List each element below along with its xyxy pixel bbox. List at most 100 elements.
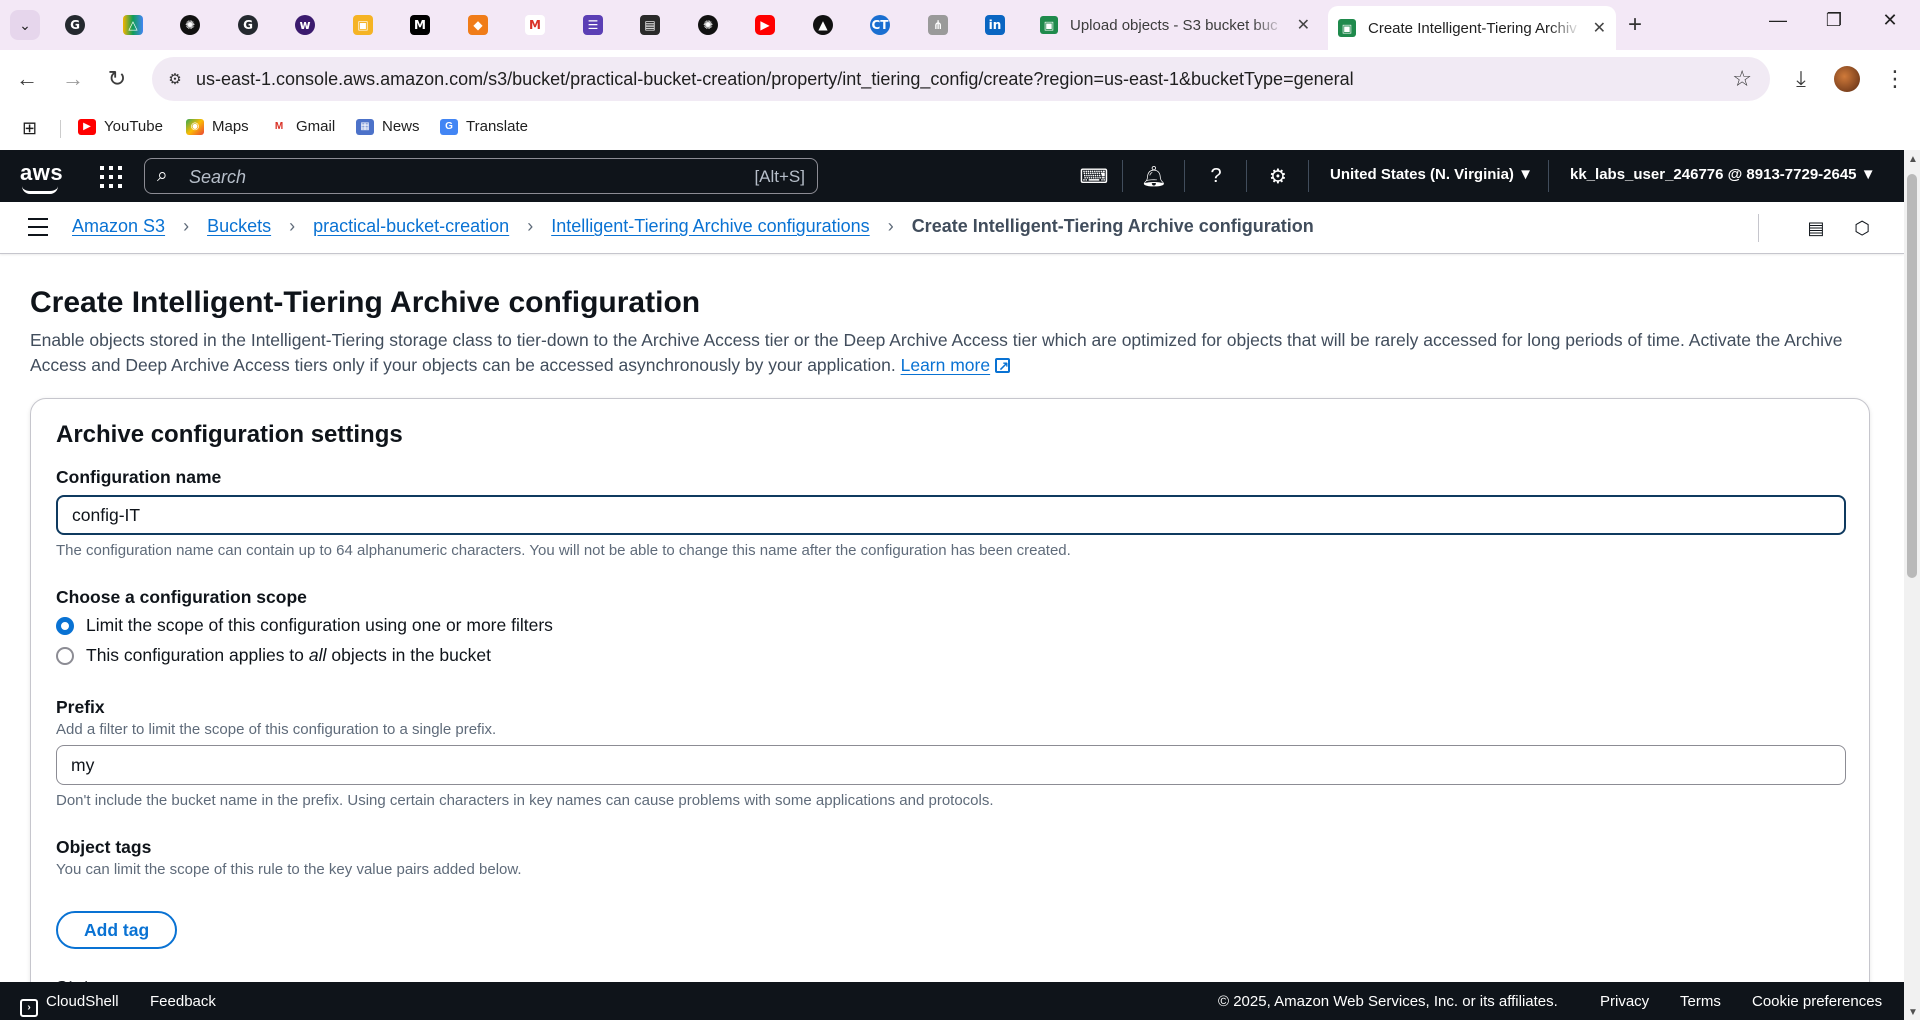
forward-arrow-icon[interactable]: → <box>58 64 88 94</box>
tool-divider <box>1758 214 1759 242</box>
back-arrow-icon[interactable]: ← <box>12 64 42 94</box>
scope-option-all[interactable]: This configuration applies to all object… <box>56 645 491 666</box>
cloudshell-icon[interactable]: ⌨ <box>1080 162 1109 190</box>
tab-title: Upload objects - S3 bucket buc <box>1070 16 1278 34</box>
google-drive-icon[interactable]: △ <box>120 12 146 38</box>
openai-icon[interactable]: ✺ <box>177 12 203 38</box>
breadcrumb-buckets[interactable]: Buckets <box>207 216 271 237</box>
image-icon[interactable]: ▤ <box>637 12 663 38</box>
bookmark-gmail[interactable]: M Gmail <box>270 118 335 135</box>
profile-avatar[interactable] <box>1834 66 1860 92</box>
scroll-down-icon[interactable]: ▼ <box>1908 1007 1918 1018</box>
new-tab-plus-icon[interactable]: + <box>1628 12 1642 38</box>
scope-option-filters[interactable]: Limit the scope of this configuration us… <box>56 615 553 636</box>
close-tab-icon[interactable]: ✕ <box>1297 15 1310 35</box>
breadcrumb-bucket[interactable]: practical-bucket-creation <box>313 216 509 237</box>
aws-footer: › CloudShell Feedback © 2025, Amazon Web … <box>0 982 1904 1020</box>
nav-divider <box>1548 160 1549 192</box>
nav-divider <box>1122 160 1123 192</box>
tree-icon[interactable]: ⋔ <box>925 12 951 38</box>
aws-logo[interactable]: aws <box>20 160 63 194</box>
terms-link[interactable]: Terms <box>1680 993 1721 1010</box>
archive-config-settings-panel: Archive configuration settings Configura… <box>30 398 1870 1020</box>
prefix-label: Prefix <box>56 697 105 717</box>
download-icon[interactable]: ⤓ <box>1786 64 1816 94</box>
s3-favicon-icon: ▣ <box>1040 16 1058 34</box>
external-link-icon[interactable] <box>995 354 1011 379</box>
nav-divider <box>1308 160 1309 192</box>
bookmark-divider <box>60 120 61 138</box>
breadcrumb-it-configs[interactable]: Intelligent-Tiering Archive configuratio… <box>551 216 870 237</box>
side-nav-menu-icon[interactable] <box>28 218 48 236</box>
bookmark-maps[interactable]: ◉ Maps <box>186 118 249 135</box>
github-icon[interactable]: G <box>235 12 261 38</box>
prefix-input[interactable] <box>56 745 1846 785</box>
bookmark-star-icon[interactable]: ☆ <box>1732 66 1752 92</box>
add-tag-button[interactable]: Add tag <box>56 911 178 949</box>
bookmark-label: Maps <box>212 118 249 135</box>
close-tab-icon[interactable]: ✕ <box>1593 18 1606 38</box>
services-grid-icon[interactable] <box>100 166 122 188</box>
close-window-icon[interactable]: ✕ <box>1870 10 1910 31</box>
browser-menu-icon[interactable]: ⋮ <box>1880 64 1910 94</box>
settings-gear-icon[interactable]: ⚙ <box>1264 162 1292 190</box>
nav-divider <box>1184 160 1185 192</box>
address-bar[interactable]: ⚙ us-east-1.console.aws.amazon.com/s3/bu… <box>152 57 1770 101</box>
region-selector[interactable]: United States (N. Virginia) ▼ <box>1330 166 1533 183</box>
gmail-icon[interactable]: M <box>522 12 548 38</box>
page-scrollbar[interactable]: ▲ ▼ <box>1904 150 1920 1020</box>
prefix-hint: Don't include the bucket name in the pre… <box>56 792 994 809</box>
apps-grid-icon[interactable]: ⊞ <box>22 118 37 139</box>
youtube-icon[interactable]: ▶ <box>752 12 778 38</box>
page-description: Enable objects stored in the Intelligent… <box>30 328 1870 379</box>
feedback-link[interactable]: Feedback <box>150 993 216 1010</box>
radio-selected[interactable] <box>56 616 74 635</box>
config-name-hint: The configuration name can contain up to… <box>56 542 1071 559</box>
minimize-icon[interactable]: — <box>1758 10 1798 31</box>
info-panel-icon[interactable]: ▤ <box>1804 216 1828 240</box>
bookmark-label: News <box>382 118 420 135</box>
github-icon[interactable]: G <box>62 12 88 38</box>
config-name-input[interactable] <box>56 495 1846 535</box>
tab-upload-objects[interactable]: ▣ Upload objects - S3 bucket buc ✕ <box>1030 6 1320 44</box>
restore-icon[interactable]: ❐ <box>1814 10 1854 31</box>
amazon-q-icon[interactable]: ⬡ <box>1850 216 1874 240</box>
maps-icon: ◉ <box>186 118 204 135</box>
openai-icon[interactable]: ✺ <box>695 12 721 38</box>
bookmark-news[interactable]: ▦ News <box>356 118 420 135</box>
privacy-link[interactable]: Privacy <box>1600 993 1649 1010</box>
learn-more-link[interactable]: Learn more <box>901 355 991 375</box>
tab-search-chevron-icon[interactable]: ⌄ <box>10 10 40 40</box>
breadcrumb-amazon-s3[interactable]: Amazon S3 <box>72 216 165 237</box>
scope-label: Choose a configuration scope <box>56 587 307 607</box>
radio-unselected[interactable] <box>56 646 74 665</box>
scope-option-filters-label: Limit the scope of this configuration us… <box>86 615 553 635</box>
reload-icon[interactable]: ↻ <box>102 64 132 94</box>
cookie-preferences-link[interactable]: Cookie preferences <box>1752 993 1882 1010</box>
triangle-icon[interactable]: ▲ <box>810 12 836 38</box>
linkedin-icon[interactable]: in <box>982 12 1008 38</box>
list-icon[interactable]: ☰ <box>580 12 606 38</box>
browser-tab-strip: ⌄ G △ ✺ G w ▣ M ◆ M ☰ ▤ ✺ ▶ ▲ CT ⋔ in ▣ … <box>0 0 1920 50</box>
cloudshell-link[interactable]: › CloudShell <box>20 993 119 1017</box>
scrollbar-thumb[interactable] <box>1907 174 1917 578</box>
tab-create-intelligent-tiering[interactable]: ▣ Create Intelligent-Tiering Archiv ✕ <box>1328 6 1616 50</box>
bell-icon[interactable]: 🔔︎ <box>1140 162 1168 190</box>
package-icon[interactable]: ◆ <box>465 12 491 38</box>
bookmark-translate[interactable]: G Translate <box>440 118 528 135</box>
aws-smile-icon <box>22 186 58 194</box>
account-menu[interactable]: kk_labs_user_246776 @ 8913-7729-2645 ▼ <box>1570 166 1876 183</box>
site-info-icon[interactable]: ⚙ <box>162 66 188 92</box>
w-icon[interactable]: w <box>292 12 318 38</box>
medium-icon[interactable]: M <box>407 12 433 38</box>
ct-icon[interactable]: CT <box>867 12 893 38</box>
scope-option-all-emphasis: all <box>308 645 327 665</box>
aws-search-input[interactable]: ⌕ Search [Alt+S] <box>144 158 818 194</box>
help-icon[interactable]: ? <box>1202 162 1230 190</box>
news-icon: ▦ <box>356 118 374 135</box>
url-text[interactable]: us-east-1.console.aws.amazon.com/s3/buck… <box>196 69 1354 90</box>
object-tags-label: Object tags <box>56 837 152 857</box>
bookmark-youtube[interactable]: ▶ YouTube <box>78 118 163 135</box>
box-icon[interactable]: ▣ <box>350 12 376 38</box>
scroll-up-icon[interactable]: ▲ <box>1908 154 1918 165</box>
